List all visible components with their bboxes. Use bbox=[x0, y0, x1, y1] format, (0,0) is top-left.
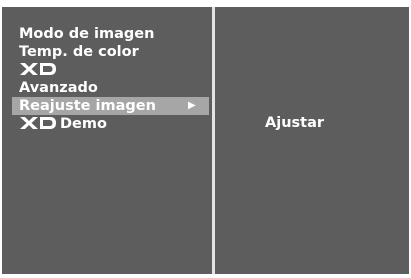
menu-item-label: Temp. de color bbox=[19, 44, 139, 60]
right-triangle-icon: ▶ bbox=[188, 100, 196, 111]
menu-item-label: Reajuste imagen bbox=[19, 98, 156, 114]
menu-item-avanzado[interactable]: Avanzado bbox=[2, 79, 212, 97]
osd-menu-window: Modo de imagen Temp. de color Avanzado R… bbox=[2, 7, 409, 274]
xd-logo bbox=[19, 116, 57, 130]
menu-item-reajuste-imagen[interactable]: Reajuste imagen ▶ bbox=[12, 97, 209, 115]
menu-item-label: Demo bbox=[60, 116, 107, 132]
submenu-panel: Ajustar bbox=[215, 7, 409, 274]
menu-item-temp-de-color[interactable]: Temp. de color bbox=[2, 43, 212, 61]
picture-menu-list: Modo de imagen Temp. de color Avanzado R… bbox=[2, 25, 212, 133]
xd-logo bbox=[19, 62, 57, 76]
menu-item-modo-de-imagen[interactable]: Modo de imagen bbox=[2, 25, 212, 43]
main-menu-panel: Modo de imagen Temp. de color Avanzado R… bbox=[2, 7, 212, 274]
menu-item-label: Modo de imagen bbox=[19, 26, 155, 42]
submenu-option-ajustar[interactable]: Ajustar bbox=[265, 114, 324, 132]
menu-item-xd-demo[interactable]: Demo bbox=[2, 115, 212, 133]
menu-item-xd[interactable] bbox=[2, 61, 212, 79]
menu-item-label: Avanzado bbox=[19, 80, 98, 96]
